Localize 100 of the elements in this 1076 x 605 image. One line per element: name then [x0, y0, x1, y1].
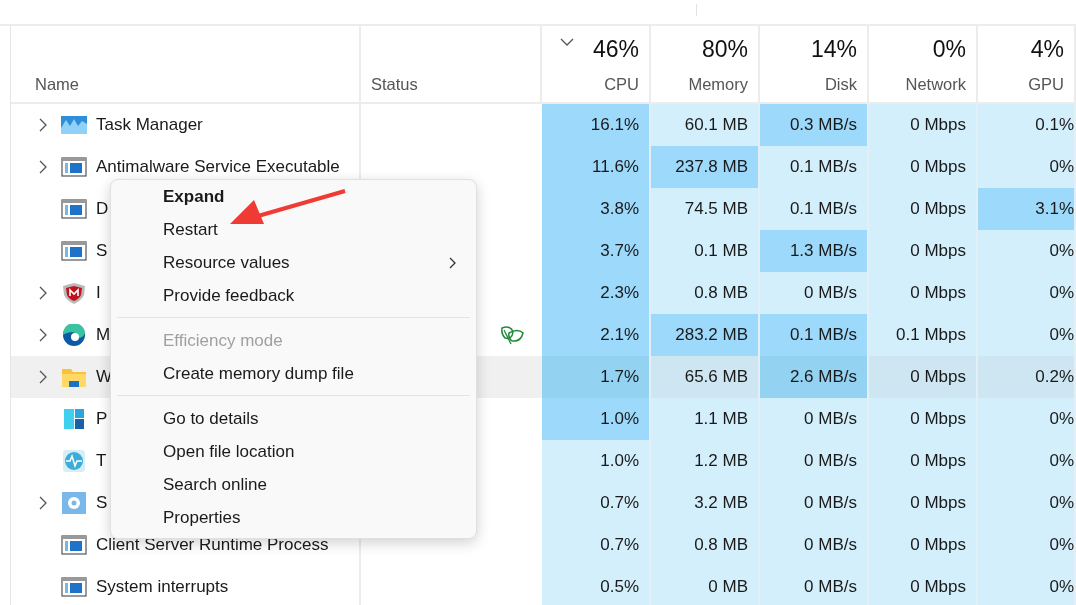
table-cell: 0 MB/s	[760, 398, 869, 440]
table-cell: 3.1%	[978, 188, 1076, 230]
menu-item[interactable]: Restart	[117, 213, 470, 246]
menu-item[interactable]: Search online	[117, 468, 470, 501]
chart-icon	[61, 114, 87, 136]
table-cell: 1.7%	[542, 356, 651, 398]
usage-total: 4%	[1030, 36, 1064, 63]
table-cell: 0.1 MB/s	[760, 314, 869, 356]
process-name: I	[96, 283, 101, 303]
process-name: S	[96, 241, 108, 261]
expand-chevron-icon[interactable]	[39, 370, 47, 384]
swirl-logo-icon	[61, 324, 87, 346]
table-cell: 0.8 MB	[651, 272, 760, 314]
table-cell: 0.2%	[978, 356, 1076, 398]
table-cell: 60.1 MB	[651, 104, 760, 146]
column-label: Name	[35, 75, 80, 94]
table-cell: 0.1 MB/s	[760, 146, 869, 188]
table-cell: 0.5%	[542, 566, 651, 605]
process-name: M	[96, 325, 111, 345]
process-name: Antimalware Service Executable	[96, 157, 340, 177]
pulse-icon	[61, 450, 87, 472]
column-header[interactable]: Name	[11, 26, 361, 104]
expand-chevron-icon[interactable]	[39, 118, 47, 132]
table-cell: 1.0%	[542, 440, 651, 482]
table-cell: 0 MB/s	[760, 272, 869, 314]
usage-total: 80%	[701, 36, 748, 63]
expand-chevron-icon[interactable]	[39, 328, 47, 342]
table-cell: 0 Mbps	[869, 230, 978, 272]
table-cell: 0%	[978, 566, 1076, 605]
process-name: Client Server Runtime Process	[96, 535, 329, 555]
expand-chevron-icon[interactable]	[39, 160, 47, 174]
table-cell: 0.8 MB	[651, 524, 760, 566]
menu-item[interactable]: Go to details	[117, 402, 470, 435]
table-cell: 0.3 MB/s	[760, 104, 869, 146]
process-name: T	[96, 451, 107, 471]
table-cell: 0%	[978, 272, 1076, 314]
table-cell: 2.3%	[542, 272, 651, 314]
table-cell: 0%	[978, 398, 1076, 440]
table-cell: 0%	[978, 314, 1076, 356]
column-label: Status	[371, 75, 419, 94]
column-header[interactable]: Status	[361, 26, 542, 104]
table-cell: 0 MB/s	[760, 566, 869, 605]
process-name: Task Manager	[96, 115, 203, 135]
column-label: Disk	[824, 75, 857, 94]
table-cell: 0 MB/s	[760, 440, 869, 482]
table-cell: 0 Mbps	[869, 566, 978, 605]
table-cell: 0 Mbps	[869, 524, 978, 566]
process-row-cell[interactable]: Task Manager	[11, 104, 361, 146]
table-cell: 3.8%	[542, 188, 651, 230]
app-window-icon	[61, 240, 87, 262]
table-cell: 0.7%	[542, 482, 651, 524]
process-name: System interrupts	[96, 577, 229, 597]
table-cell: 0 Mbps	[869, 482, 978, 524]
folder-icon	[61, 366, 87, 388]
process-name: S	[96, 493, 108, 513]
column-label: Network	[905, 75, 966, 94]
shield-icon	[61, 282, 87, 304]
menu-item[interactable]: Resource values	[117, 246, 470, 279]
table-cell: 1.2 MB	[651, 440, 760, 482]
table-cell: 3.7%	[542, 230, 651, 272]
menu-item[interactable]: Create memory dump file	[117, 357, 470, 390]
app-window-icon	[61, 534, 87, 556]
table-cell: 0%	[978, 440, 1076, 482]
table-cell: 0.7%	[542, 524, 651, 566]
table-cell: 16.1%	[542, 104, 651, 146]
table-cell: 0 MB/s	[760, 524, 869, 566]
tiles-icon	[61, 408, 87, 430]
table-cell: 3.2 MB	[651, 482, 760, 524]
expand-chevron-icon[interactable]	[39, 496, 47, 510]
usage-total: 14%	[810, 36, 857, 63]
table-cell: 0 Mbps	[869, 146, 978, 188]
table-cell: 283.2 MB	[651, 314, 760, 356]
table-cell: 0%	[978, 524, 1076, 566]
table-cell: 0 Mbps	[869, 440, 978, 482]
menu-item[interactable]: Provide feedback	[117, 279, 470, 312]
settings-icon	[61, 492, 87, 514]
column-label: Memory	[688, 75, 748, 94]
column-label: CPU	[604, 75, 639, 94]
table-cell: 1.1 MB	[651, 398, 760, 440]
table-cell: 0 Mbps	[869, 188, 978, 230]
table-cell: 0.1 Mbps	[869, 314, 978, 356]
expand-chevron-icon[interactable]	[39, 286, 47, 300]
menu-item[interactable]: Open file location	[117, 435, 470, 468]
table-cell: 0 Mbps	[869, 356, 978, 398]
table-cell: 237.8 MB	[651, 146, 760, 188]
table-cell: 0%	[978, 482, 1076, 524]
process-name: P	[96, 409, 108, 429]
table-cell: 0 Mbps	[869, 104, 978, 146]
table-cell: 0%	[978, 230, 1076, 272]
app-window-icon	[61, 156, 87, 178]
app-window-icon	[61, 576, 87, 598]
table-cell: 0.1 MB	[651, 230, 760, 272]
usage-total: 46%	[592, 36, 639, 63]
table-cell: 65.6 MB	[651, 356, 760, 398]
process-row-cell[interactable]: System interrupts	[11, 566, 361, 605]
table-cell: 0%	[978, 146, 1076, 188]
table-cell: 0 MB/s	[760, 482, 869, 524]
table-cell: 0.1 MB/s	[760, 188, 869, 230]
table-cell: 0.1%	[978, 104, 1076, 146]
process-name: D	[96, 199, 109, 219]
